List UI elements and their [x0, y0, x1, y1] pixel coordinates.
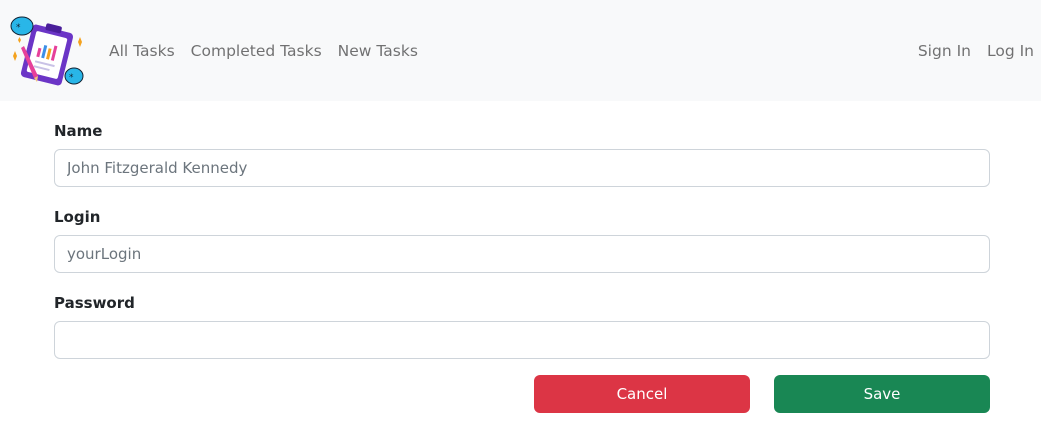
- nav-log-in[interactable]: Log In: [987, 41, 1034, 61]
- clipboard-logo-icon[interactable]: * *: [8, 12, 86, 88]
- cancel-button[interactable]: Cancel: [534, 375, 750, 413]
- nav-new-tasks[interactable]: New Tasks: [338, 41, 418, 61]
- password-label: Password: [54, 294, 135, 312]
- login-label: Login: [54, 208, 101, 226]
- name-input[interactable]: [54, 149, 990, 187]
- login-input[interactable]: [54, 235, 990, 273]
- navbar: * * All Tasks Completed Tasks New Tasks …: [0, 0, 1041, 101]
- name-label: Name: [54, 122, 103, 140]
- save-button[interactable]: Save: [774, 375, 990, 413]
- svg-text:*: *: [69, 73, 74, 83]
- password-input[interactable]: [54, 321, 990, 359]
- nav-right: Sign In Log In: [902, 41, 1034, 61]
- svg-text:*: *: [16, 23, 21, 33]
- nav-all-tasks[interactable]: All Tasks: [109, 41, 175, 61]
- nav-sign-in[interactable]: Sign In: [918, 41, 971, 61]
- nav-completed-tasks[interactable]: Completed Tasks: [191, 41, 322, 61]
- nav-left: All Tasks Completed Tasks New Tasks: [109, 41, 434, 61]
